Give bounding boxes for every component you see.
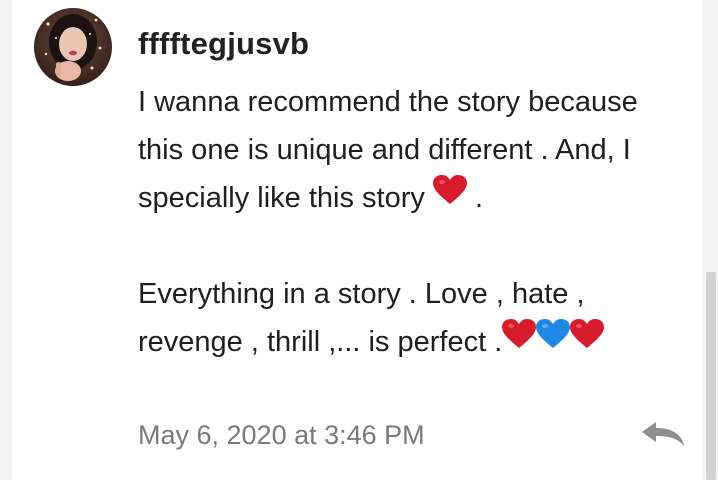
comment-paragraph-1: I wanna recommend the story because this… [138,78,683,222]
comment-screen: fffftegjusvb I wanna recommend the story… [0,0,718,480]
reply-arrow-icon[interactable] [640,420,686,450]
red-heart-icon [432,172,467,220]
comment-paragraph-2: Everything in a story . Love , hate , re… [138,270,683,366]
comment-paragraph-1-end: . [466,182,484,214]
comment-body: I wanna recommend the story because this… [138,78,683,366]
avatar[interactable] [34,8,112,86]
red-heart-icon [570,316,605,364]
red-heart-icon [502,316,537,364]
comment-timestamp[interactable]: May 6, 2020 at 3:46 PM [138,420,425,451]
scrollbar-thumb[interactable] [706,272,716,480]
comment-author[interactable]: fffftegjusvb [138,26,309,62]
comment-paragraph-1-text: I wanna recommend the story because this… [138,86,638,214]
avatar-image [34,8,112,86]
scrollbar-track[interactable] [702,0,718,480]
blue-heart-icon [536,316,571,364]
comment-card: fffftegjusvb I wanna recommend the story… [0,0,702,480]
